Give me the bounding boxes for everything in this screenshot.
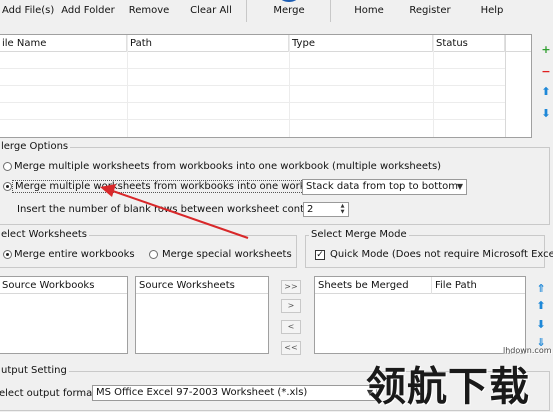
watermark-logo: 领航下载 bbox=[366, 364, 530, 410]
annotation-arrow bbox=[100, 184, 249, 239]
